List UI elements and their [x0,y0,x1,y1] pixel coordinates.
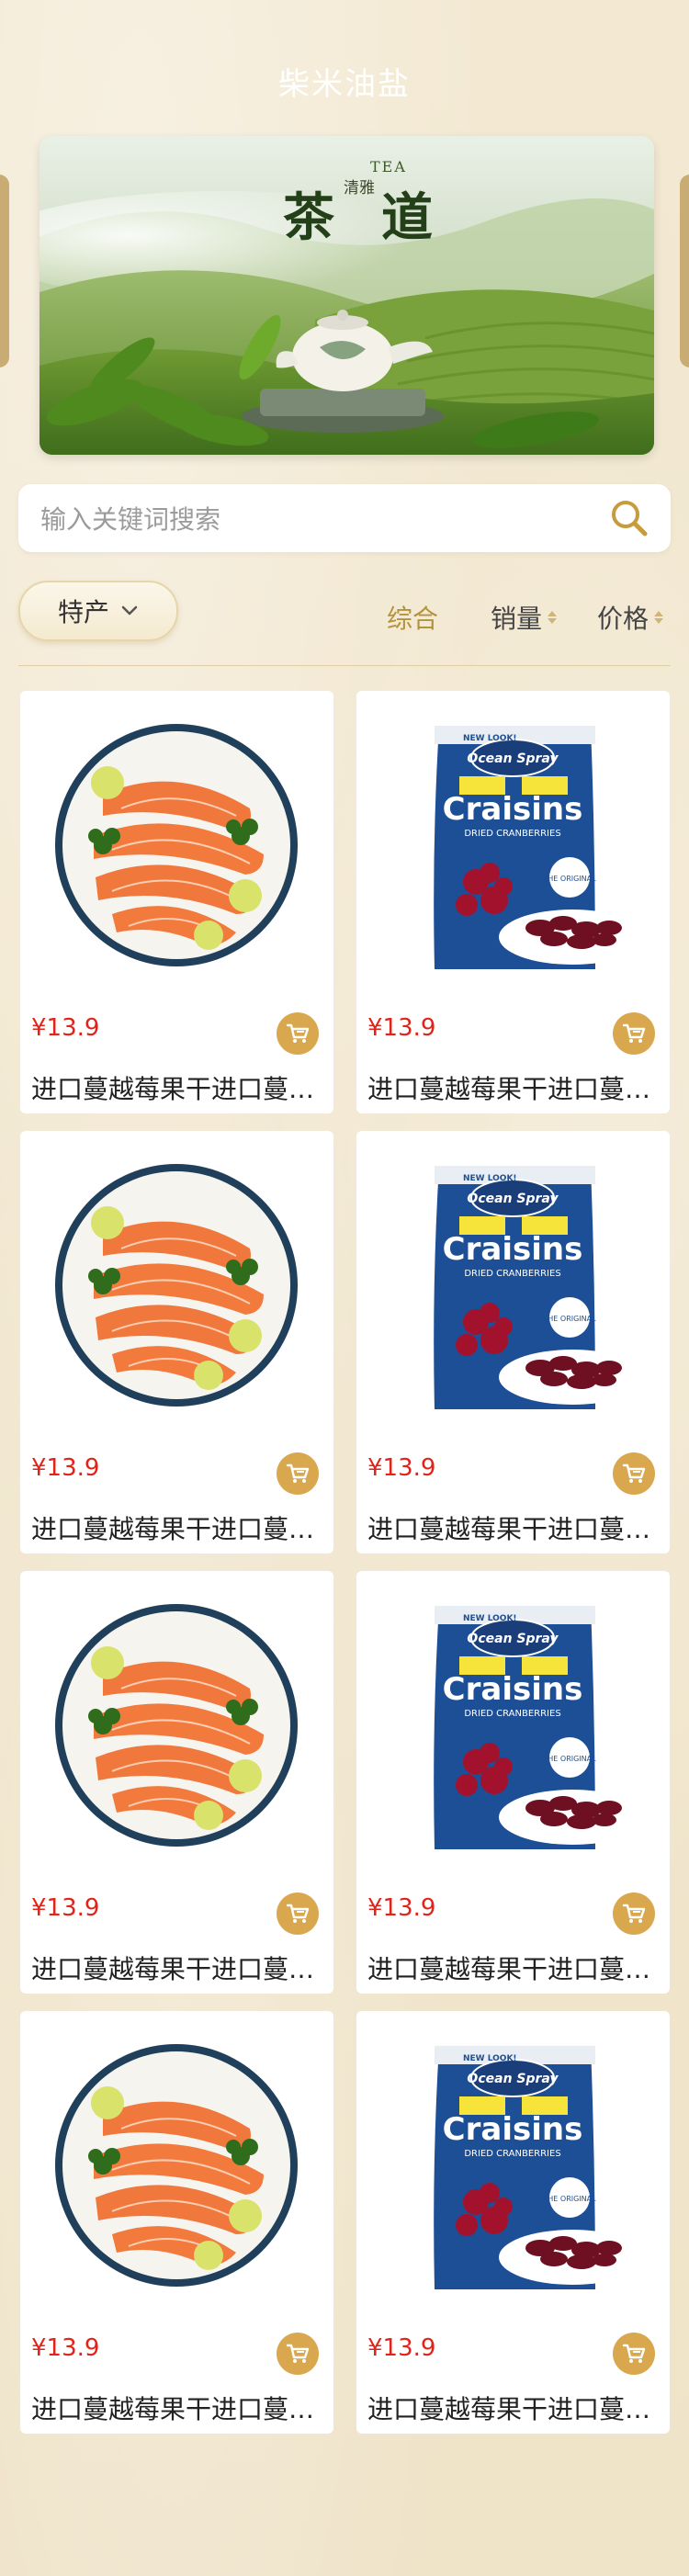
banner-prev-tab[interactable] [0,175,9,367]
product-title: 进口蔓越莓果干进口蔓越莓果干 [367,1954,660,1984]
craisins-original: THE ORIGINAL [542,1315,596,1323]
sort-arrows-icon [654,611,664,624]
add-to-cart-button[interactable] [613,1452,655,1495]
sort-arrows-icon [548,611,558,624]
sort-price[interactable]: 价格 [597,599,664,636]
cart-icon [622,1904,646,1923]
divider [18,665,671,666]
cart-icon [286,1904,310,1923]
craisins-image: Ocean Spray Craisins DRIED CRANBERRIES T… [434,1166,646,1409]
banner-next-tab[interactable] [680,175,689,367]
craisins-image: Ocean Spray Craisins DRIED CRANBERRIES T… [434,2046,646,2289]
product-title: 进口蔓越莓果干进口蔓越莓果干 [31,1514,323,1544]
craisins-badge: NEW LOOK! [463,2054,517,2063]
product-card[interactable]: ¥13.9 进口蔓越莓果干进口蔓越莓果干 [20,1131,333,1554]
product-title: 进口蔓越莓果干进口蔓越莓果干 [31,2394,323,2424]
sort-sales[interactable]: 销量 [491,599,558,636]
banner-char-tea: 茶 [283,187,334,248]
craisins-original: THE ORIGINAL [542,2195,596,2203]
product-card[interactable]: ¥13.9 进口蔓越莓果干进口蔓越莓果干 [20,2011,333,2434]
cart-icon [622,1023,646,1043]
search-input[interactable] [39,484,593,554]
page: 柴米油盐 TEA 茶 清雅 道 输入关键词搜索 特产 综合 销量 价格 ¥13.… [0,0,689,2576]
salmon-image [55,1164,298,1407]
craisins-brand: Ocean Spray [467,2072,559,2086]
craisins-badge: NEW LOOK! [463,1174,517,1183]
page-title: 柴米油盐 [278,66,411,103]
search-bar [18,484,671,554]
cart-icon [286,1023,310,1043]
search-icon[interactable] [608,497,650,539]
cart-icon [622,1463,646,1483]
banner-title: TEA 茶 清雅 道 [40,136,654,455]
product-price: ¥13.9 [367,1894,436,1922]
craisins-sub: DRIED CRANBERRIES [464,2149,560,2159]
craisins-brand: Ocean Spray [467,1632,559,1646]
product-title: 进口蔓越莓果干进口蔓越莓果干 [367,1514,660,1544]
cart-icon [622,2344,646,2363]
craisins-sub: DRIED CRANBERRIES [464,829,560,839]
sort-comprehensive[interactable]: 综合 [387,599,438,636]
craisins-badge: NEW LOOK! [463,1614,517,1623]
craisins-name: Craisins [443,791,583,828]
product-price: ¥13.9 [31,1014,100,1042]
banner-char-dao: 道 [381,187,433,248]
craisins-sub: DRIED CRANBERRIES [464,1709,560,1719]
sort-comprehensive-label: 综合 [387,604,439,634]
add-to-cart-button[interactable] [613,2333,655,2375]
product-title: 进口蔓越莓果干进口蔓越莓果干 [31,1954,323,1984]
product-card[interactable]: ¥13.9 进口蔓越莓果干进口蔓越莓果干 [20,691,333,1113]
category-label: 特产 [57,597,109,627]
product-price: ¥13.9 [367,2334,436,2362]
craisins-name: Craisins [443,1231,583,1268]
craisins-original: THE ORIGINAL [542,1755,596,1763]
product-title: 进口蔓越莓果干进口蔓越莓果干 [367,2394,660,2424]
category-dropdown[interactable]: 特产 [18,581,178,641]
salmon-image [55,1604,298,1847]
cart-icon [286,1463,310,1483]
product-card[interactable]: Ocean Spray Craisins DRIED CRANBERRIES T… [356,2011,670,2434]
craisins-original: THE ORIGINAL [542,875,596,883]
add-to-cart-button[interactable] [277,1892,319,1935]
add-to-cart-button[interactable] [613,1012,655,1055]
product-card[interactable]: Ocean Spray Craisins DRIED CRANBERRIES T… [356,1131,670,1554]
product-title: 进口蔓越莓果干进口蔓越莓果干 [31,1074,323,1104]
product-price: ¥13.9 [31,2334,100,2362]
add-to-cart-button[interactable] [277,1012,319,1055]
sort-price-label: 价格 [597,604,649,634]
craisins-name: Craisins [443,2111,583,2148]
craisins-image: Ocean Spray Craisins DRIED CRANBERRIES T… [434,1606,646,1849]
product-price: ¥13.9 [367,1454,436,1482]
product-price: ¥13.9 [31,1454,100,1482]
product-price: ¥13.9 [31,1894,100,1922]
craisins-brand: Ocean Spray [467,751,559,766]
cart-icon [286,2344,310,2363]
product-title: 进口蔓越莓果干进口蔓越莓果干 [367,1074,660,1104]
banner[interactable]: TEA 茶 清雅 道 [40,136,654,455]
salmon-image [55,2044,298,2287]
product-card[interactable]: ¥13.9 进口蔓越莓果干进口蔓越莓果干 [20,1571,333,1994]
craisins-image: Ocean Spray Craisins DRIED CRANBERRIES T… [434,726,646,969]
banner-tea-label: TEA [370,158,407,175]
sort-sales-label: 销量 [491,604,543,634]
chevron-down-icon [121,605,138,616]
product-card[interactable]: Ocean Spray Craisins DRIED CRANBERRIES T… [356,1571,670,1994]
salmon-image [55,724,298,966]
add-to-cart-button[interactable] [277,1452,319,1495]
craisins-badge: NEW LOOK! [463,734,517,743]
banner-mid-text: 清雅 [344,179,375,198]
craisins-brand: Ocean Spray [467,1192,559,1206]
craisins-sub: DRIED CRANBERRIES [464,1269,560,1279]
craisins-name: Craisins [443,1671,583,1708]
product-card[interactable]: Ocean Spray Craisins DRIED CRANBERRIES T… [356,691,670,1113]
add-to-cart-button[interactable] [277,2333,319,2375]
product-price: ¥13.9 [367,1014,436,1042]
add-to-cart-button[interactable] [613,1892,655,1935]
